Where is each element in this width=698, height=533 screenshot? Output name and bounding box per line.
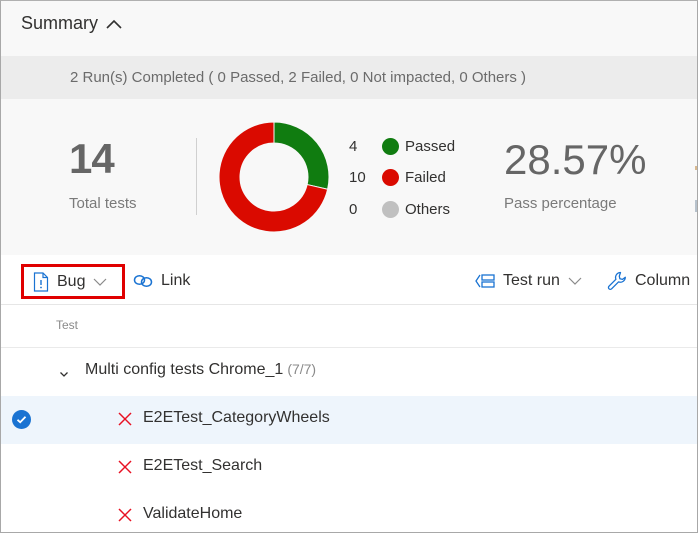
chevron-down-icon xyxy=(568,277,582,285)
test-run-icon xyxy=(475,273,495,289)
group-count: (7/7) xyxy=(287,361,317,377)
summary-title: Summary xyxy=(21,13,99,33)
legend-count: 4 xyxy=(349,138,358,155)
total-tests-metric: 14 Total tests xyxy=(69,135,137,213)
test-run-label: Test run xyxy=(503,272,560,289)
failed-x-icon xyxy=(118,508,132,527)
passed-dot-icon xyxy=(382,138,399,155)
column-header-row: Test xyxy=(1,305,697,348)
chevron-down-icon xyxy=(93,278,107,286)
bug-button[interactable]: Bug xyxy=(21,264,125,299)
test-name: E2ETest_CategoryWheels xyxy=(143,409,330,426)
bug-document-icon xyxy=(33,271,49,292)
summary-section: Summary 2 Run(s) Completed ( 0 Passed, 2… xyxy=(1,1,697,255)
legend-label: Others xyxy=(405,201,451,218)
legend-label: Passed xyxy=(405,138,456,155)
pass-percentage-value: 28.57% xyxy=(504,136,647,183)
test-name: E2ETest_Search xyxy=(143,457,263,474)
summary-toggle[interactable]: Summary xyxy=(21,13,122,34)
bug-label: Bug xyxy=(57,272,86,290)
runs-completed-text: 2 Run(s) Completed ( 0 Passed, 2 Failed,… xyxy=(70,69,527,86)
selected-check-icon[interactable] xyxy=(12,410,31,429)
runs-completed-banner: 2 Run(s) Completed ( 0 Passed, 2 Failed,… xyxy=(1,56,697,99)
total-tests-value: 14 xyxy=(69,135,115,182)
chevron-down-icon[interactable] xyxy=(59,365,69,383)
link-button[interactable]: Link xyxy=(133,265,190,297)
pass-percentage-label: Pass percentage xyxy=(504,195,617,212)
link-icon xyxy=(133,274,153,288)
pass-percentage-metric: 28.57% Pass percentage xyxy=(504,136,647,213)
donut-slice-passed xyxy=(273,121,330,190)
wrench-icon xyxy=(607,271,627,291)
test-run-button[interactable]: Test run xyxy=(475,265,582,297)
column-header-test[interactable]: Test xyxy=(56,318,78,332)
legend-count: 10 xyxy=(349,169,366,186)
link-label: Link xyxy=(161,272,191,289)
group-name: Multi config tests Chrome_1 (7/7) xyxy=(85,361,316,379)
legend-item-others: 0 Others xyxy=(349,201,450,218)
divider xyxy=(196,138,197,215)
column-label: Column xyxy=(635,272,691,289)
total-tests-label: Total tests xyxy=(69,195,137,212)
group-name-text: Multi config tests Chrome_1 xyxy=(85,361,284,378)
group-row[interactable]: Multi config tests Chrome_1 (7/7) xyxy=(1,348,697,396)
failed-x-icon xyxy=(118,460,132,479)
others-dot-icon xyxy=(382,201,399,218)
chevron-up-icon xyxy=(106,19,122,29)
table-row[interactable]: E2ETest_Search xyxy=(1,444,697,492)
toolbar: Bug Link Test run Column xyxy=(1,255,697,305)
test-results-panel: Summary 2 Run(s) Completed ( 0 Passed, 2… xyxy=(0,0,698,533)
table-row[interactable]: ValidateHome xyxy=(1,492,697,532)
legend-item-failed: 10 Failed xyxy=(349,169,446,186)
legend-count: 0 xyxy=(349,201,358,218)
failed-x-icon xyxy=(118,412,132,431)
test-name: ValidateHome xyxy=(143,505,243,522)
outcome-donut-chart xyxy=(218,121,330,233)
table-row[interactable]: E2ETest_CategoryWheels xyxy=(1,396,697,444)
legend-label: Failed xyxy=(405,169,446,186)
column-options-button[interactable]: Column xyxy=(607,265,690,297)
failed-dot-icon xyxy=(382,169,399,186)
legend-item-passed: 4 Passed xyxy=(349,138,455,155)
